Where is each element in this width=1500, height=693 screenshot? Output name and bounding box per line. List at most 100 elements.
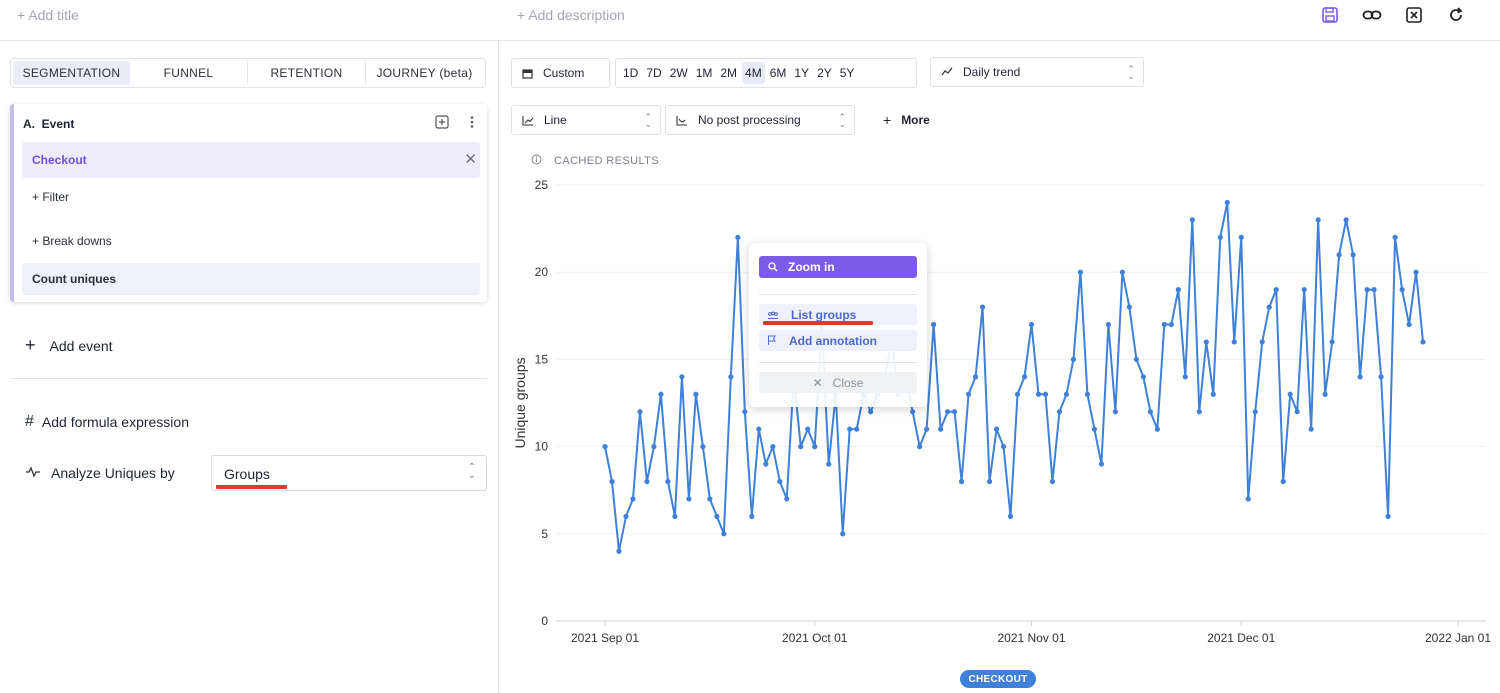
- add-description-button[interactable]: + Add description: [517, 7, 625, 23]
- date-mode-select[interactable]: Custom: [511, 58, 610, 88]
- series-line-checkout: [604, 201, 1425, 553]
- plus-icon: +: [883, 112, 892, 128]
- chart-type-select[interactable]: Line ⌃ ⌄: [511, 105, 661, 135]
- add-filter-button[interactable]: + Filter: [32, 190, 69, 204]
- data-point: [1287, 391, 1293, 397]
- more-options-button[interactable]: + More: [883, 112, 930, 128]
- data-point: [1175, 287, 1181, 293]
- data-point: [763, 461, 769, 467]
- add-event-button[interactable]: + Add event: [25, 335, 113, 356]
- data-point: [1133, 356, 1139, 362]
- data-point: [1343, 217, 1349, 223]
- data-point: [1350, 252, 1356, 258]
- save-icon[interactable]: [1316, 5, 1344, 25]
- link-icon[interactable]: [1358, 5, 1386, 25]
- data-point: [812, 444, 818, 450]
- data-point: [1049, 478, 1056, 485]
- data-point: [1056, 409, 1063, 415]
- data-point: [1392, 234, 1398, 240]
- more-vertical-icon[interactable]: [469, 115, 475, 134]
- post-processing-select[interactable]: No post processing ⌃ ⌄: [665, 105, 855, 135]
- add-box-icon[interactable]: [435, 115, 449, 134]
- data-point: [1000, 444, 1007, 450]
- calendar-icon: [522, 68, 533, 79]
- groups-icon: [768, 311, 778, 319]
- data-point: [1238, 234, 1244, 240]
- add-annotation-button[interactable]: Add annotation: [759, 330, 917, 351]
- data-point: [777, 478, 783, 485]
- divider: [10, 378, 487, 379]
- data-point: [602, 444, 608, 450]
- data-point: [665, 478, 671, 485]
- range-2w[interactable]: 2W: [667, 62, 691, 84]
- data-point: [1406, 321, 1412, 328]
- data-point: [784, 496, 790, 502]
- data-point: [1098, 461, 1105, 467]
- add-breakdown-button[interactable]: + Break downs: [32, 234, 112, 248]
- data-point: [1364, 287, 1370, 293]
- data-point: [1217, 234, 1223, 240]
- data-point: [917, 444, 923, 450]
- event-name: Checkout: [32, 153, 87, 167]
- interval-select[interactable]: Daily trend ⌃ ⌄: [930, 57, 1144, 87]
- data-point: [651, 444, 657, 450]
- data-point: [707, 496, 713, 502]
- remove-event-icon[interactable]: ✕: [464, 150, 477, 168]
- measure-selector[interactable]: Count uniques: [22, 263, 480, 295]
- data-point: [1315, 217, 1321, 223]
- add-formula-label: Add formula expression: [41, 414, 189, 430]
- close-box-icon[interactable]: [1400, 5, 1428, 25]
- range-2m[interactable]: 2M: [717, 62, 740, 84]
- y-tick-label: 5: [541, 527, 548, 541]
- chevron-updown-icon: ⌃ ⌄: [838, 112, 846, 129]
- data-point: [1203, 339, 1209, 345]
- data-point: [1105, 321, 1112, 328]
- data-point: [847, 426, 853, 432]
- query-builder-panel: SEGMENTATION FUNNEL RETENTION JOURNEY (b…: [0, 41, 499, 693]
- chart-context-menu: Zoom in List groups Add annotation ✕ Clo…: [749, 243, 927, 407]
- close-menu-button[interactable]: ✕ Close: [759, 372, 917, 393]
- tab-segmentation[interactable]: SEGMENTATION: [13, 61, 130, 85]
- range-4m[interactable]: 4M: [742, 62, 765, 84]
- range-2y[interactable]: 2Y: [814, 62, 835, 84]
- line-chart[interactable]: 0 5 10 15 20 25 2021 Sep 01 2021 Oct 01 2021 Nov…: [500, 170, 1500, 650]
- range-7d[interactable]: 7D: [643, 62, 664, 84]
- flag-icon: [768, 335, 776, 345]
- tab-retention[interactable]: RETENTION: [248, 61, 366, 85]
- data-point: [826, 461, 832, 467]
- range-1m[interactable]: 1M: [693, 62, 716, 84]
- data-point: [1357, 374, 1363, 380]
- tab-journey[interactable]: JOURNEY (beta): [366, 61, 483, 85]
- data-point: [1371, 287, 1377, 293]
- close-label: Close: [832, 375, 864, 390]
- data-point: [1413, 269, 1419, 275]
- data-point: [840, 531, 846, 537]
- zoom-in-button[interactable]: Zoom in: [759, 256, 917, 278]
- data-point: [1301, 287, 1307, 293]
- x-tick-label: 2022 Jan 01: [1425, 631, 1491, 645]
- add-formula-button[interactable]: # Add formula expression: [25, 413, 189, 431]
- data-point: [1084, 391, 1091, 397]
- data-point: [637, 409, 643, 415]
- data-point: [1140, 374, 1146, 380]
- data-point: [623, 513, 629, 519]
- post-processing-icon: [676, 115, 688, 126]
- range-6m[interactable]: 6M: [767, 62, 790, 84]
- chevron-updown-icon: ⌃ ⌄: [644, 112, 652, 129]
- top-actions: [1316, 5, 1470, 25]
- event-selector[interactable]: Checkout ✕: [22, 142, 480, 178]
- range-1y[interactable]: 1Y: [791, 62, 812, 84]
- more-label: More: [901, 113, 930, 127]
- event-actions: [435, 115, 475, 134]
- add-title-button[interactable]: + Add title: [17, 7, 79, 23]
- range-5y[interactable]: 5Y: [837, 62, 858, 84]
- chart-type-label: Line: [544, 113, 567, 127]
- data-point: [1280, 478, 1286, 485]
- tab-funnel[interactable]: FUNNEL: [130, 61, 248, 85]
- data-point: [1322, 391, 1328, 397]
- data-point: [1336, 252, 1342, 258]
- data-point: [679, 374, 685, 380]
- range-1d[interactable]: 1D: [620, 62, 641, 84]
- refresh-icon[interactable]: [1442, 5, 1470, 25]
- legend-series-checkout[interactable]: CHECKOUT: [960, 670, 1036, 688]
